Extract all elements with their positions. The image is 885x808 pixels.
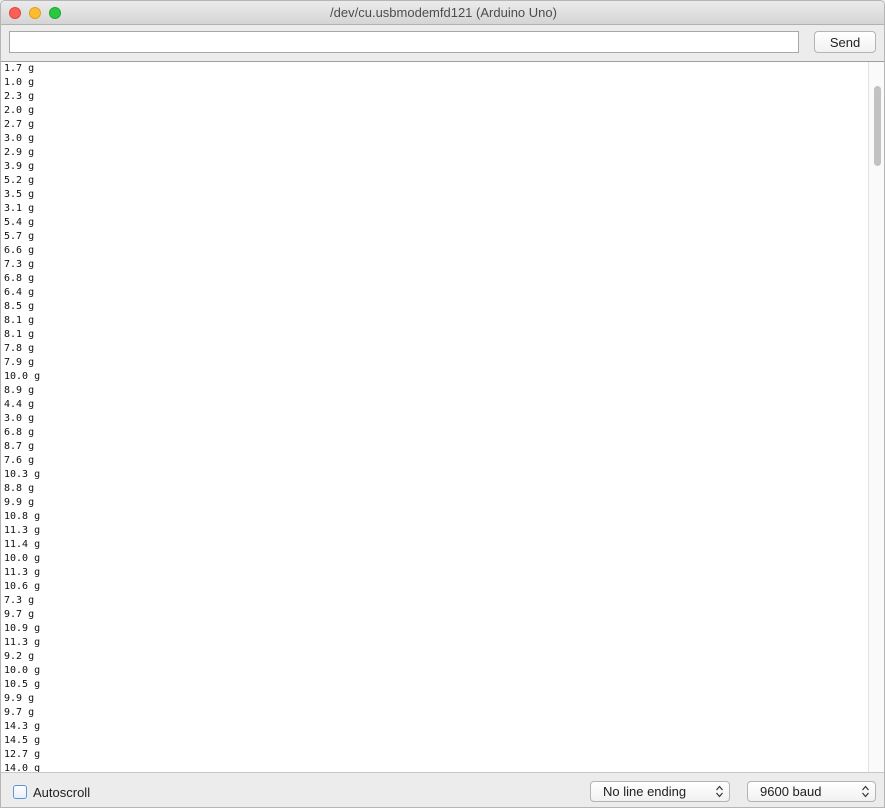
- serial-output-line: 2.3 g: [4, 91, 35, 102]
- serial-output-line: 7.9 g: [4, 357, 35, 368]
- serial-output-line: 9.7 g: [4, 609, 35, 620]
- serial-output-line: 6.4 g: [4, 287, 35, 298]
- serial-output-line: 7.8 g: [4, 343, 35, 354]
- serial-output-line: 10.0 g: [4, 665, 41, 676]
- serial-output-line: 7.6 g: [4, 455, 35, 466]
- serial-output-line: 10.3 g: [4, 469, 41, 480]
- send-toolbar: Send: [1, 25, 884, 62]
- serial-output-line: 7.3 g: [4, 595, 35, 606]
- serial-output-line: 9.7 g: [4, 707, 35, 718]
- chevron-updown-icon: [716, 785, 723, 798]
- serial-output-line: 6.6 g: [4, 245, 35, 256]
- baud-rate-select[interactable]: 9600 baud: [747, 781, 876, 802]
- line-ending-value: No line ending: [603, 784, 687, 799]
- line-ending-select[interactable]: No line ending: [590, 781, 730, 802]
- serial-output-line: 3.0 g: [4, 133, 35, 144]
- serial-output-line: 11.3 g: [4, 637, 41, 648]
- serial-output-line: 10.8 g: [4, 511, 41, 522]
- window-title: /dev/cu.usbmodemfd121 (Arduino Uno): [330, 5, 557, 20]
- autoscroll-label[interactable]: Autoscroll: [33, 785, 90, 800]
- serial-output-line: 1.0 g: [4, 77, 35, 88]
- chevron-updown-icon: [862, 785, 869, 798]
- serial-output-line: 6.8 g: [4, 273, 35, 284]
- baud-rate-value: 9600 baud: [760, 784, 822, 799]
- serial-output-line: 10.5 g: [4, 679, 41, 690]
- serial-monitor-window: /dev/cu.usbmodemfd121 (Arduino Uno) Send…: [0, 0, 885, 808]
- serial-output-line: 1.7 g: [4, 63, 35, 74]
- serial-output-lines: 1.7 g 1.0 g 2.3 g 2.0 g 2.7 g 3.0 g 2.9 g 3.9 g…: [4, 62, 41, 773]
- serial-output-line: 8.1 g: [4, 315, 35, 326]
- serial-output-line: 9.2 g: [4, 651, 35, 662]
- serial-output-line: 12.7 g: [4, 749, 41, 760]
- serial-output[interactable]: 1.7 g 1.0 g 2.3 g 2.0 g 2.7 g 3.0 g 2.9 g 3.9 g…: [1, 62, 884, 773]
- serial-output-line: 3.5 g: [4, 189, 35, 200]
- autoscroll-checkbox[interactable]: [13, 785, 27, 799]
- serial-output-line: 9.9 g: [4, 497, 35, 508]
- serial-output-line: 8.8 g: [4, 483, 35, 494]
- serial-output-line: 8.7 g: [4, 441, 35, 452]
- serial-output-line: 11.3 g: [4, 525, 41, 536]
- serial-output-line: 14.5 g: [4, 735, 41, 746]
- serial-output-line: 8.9 g: [4, 385, 35, 396]
- serial-output-line: 5.4 g: [4, 217, 35, 228]
- vertical-scrollbar[interactable]: [868, 62, 884, 772]
- status-bar: Autoscroll No line ending 9600 baud: [1, 773, 884, 807]
- serial-output-line: 3.1 g: [4, 203, 35, 214]
- serial-output-line: 10.9 g: [4, 623, 41, 634]
- serial-output-line: 2.7 g: [4, 119, 35, 130]
- serial-output-line: 9.9 g: [4, 693, 35, 704]
- serial-output-line: 10.0 g: [4, 371, 41, 382]
- send-button[interactable]: Send: [814, 31, 876, 53]
- serial-output-line: 3.0 g: [4, 413, 35, 424]
- serial-output-line: 2.9 g: [4, 147, 35, 158]
- title-bar[interactable]: /dev/cu.usbmodemfd121 (Arduino Uno): [1, 1, 884, 25]
- serial-output-line: 7.3 g: [4, 259, 35, 270]
- serial-output-line: 3.9 g: [4, 161, 35, 172]
- serial-output-line: 11.3 g: [4, 567, 41, 578]
- serial-output-line: 8.1 g: [4, 329, 35, 340]
- send-input[interactable]: [9, 31, 799, 53]
- serial-output-line: 8.5 g: [4, 301, 35, 312]
- serial-output-line: 11.4 g: [4, 539, 41, 550]
- serial-output-line: 6.8 g: [4, 427, 35, 438]
- serial-output-line: 14.3 g: [4, 721, 41, 732]
- scrollbar-thumb[interactable]: [874, 86, 881, 166]
- serial-output-line: 5.7 g: [4, 231, 35, 242]
- serial-output-line: 10.0 g: [4, 553, 41, 564]
- serial-output-line: 4.4 g: [4, 399, 35, 410]
- serial-output-line: 10.6 g: [4, 581, 41, 592]
- serial-output-line: 14.0 g: [4, 763, 41, 773]
- serial-output-line: 5.2 g: [4, 175, 35, 186]
- serial-output-line: 2.0 g: [4, 105, 35, 116]
